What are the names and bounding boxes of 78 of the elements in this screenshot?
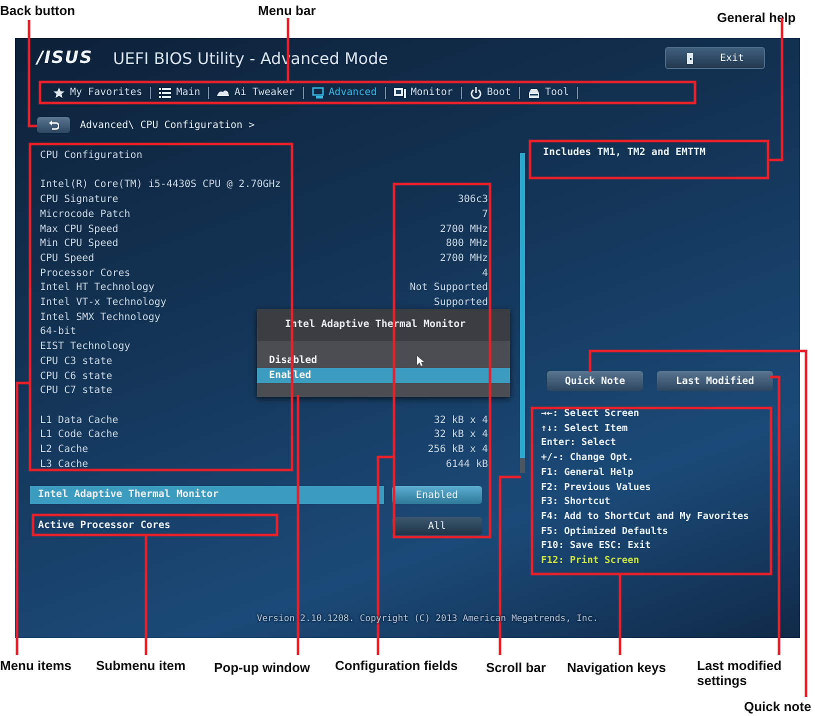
toolbox-icon bbox=[528, 86, 540, 98]
menu-tab[interactable]: Boot bbox=[462, 86, 519, 98]
info-label: EIST Technology bbox=[40, 340, 130, 354]
info-label: L1 Code Cache bbox=[40, 428, 118, 442]
callout-label: Menu bar bbox=[258, 3, 316, 18]
info-value: Not Supported bbox=[410, 281, 488, 296]
callout-label: Configuration fields bbox=[335, 658, 458, 673]
info-label: Intel VT-x Technology bbox=[40, 296, 166, 310]
info-label: CPU C3 state bbox=[40, 354, 112, 369]
navigation-key-hint: F10: Save ESC: Exit bbox=[541, 539, 651, 554]
navigation-key-hint: →←: Select Screen bbox=[541, 407, 640, 421]
info-value: 7 bbox=[482, 208, 488, 222]
back-arrow-icon bbox=[48, 120, 58, 130]
info-label: Microcode Patch bbox=[40, 208, 130, 222]
callout-label: Back button bbox=[0, 3, 76, 18]
info-label: CPU C6 state bbox=[40, 370, 112, 384]
side-button[interactable]: Last Modified bbox=[657, 371, 773, 391]
info-label: L1 Data Cache bbox=[40, 414, 118, 428]
section-title: CPU Configuration bbox=[39, 149, 144, 163]
callout-label: Last modified settings bbox=[697, 658, 783, 688]
info-value: 4 bbox=[482, 266, 488, 281]
setting-item[interactable]: Active Processor Cores bbox=[30, 517, 384, 536]
info-label: Min CPU Speed bbox=[40, 237, 118, 252]
info-value: 6144 kB bbox=[446, 458, 488, 472]
navigation-key-hint: F3: Shortcut bbox=[541, 495, 610, 510]
info-label: Intel(R) Core(TM) i5-4430S CPU @ 2.70GHz bbox=[40, 178, 281, 192]
callout-label: Submenu item bbox=[96, 658, 186, 673]
callout-label: Pop-up window bbox=[214, 660, 310, 675]
info-label: 64-bit bbox=[40, 325, 76, 340]
menu-tab[interactable]: Monitor bbox=[386, 86, 461, 98]
list-icon bbox=[159, 86, 172, 98]
navigation-key-hint: +/-: Change Opt. bbox=[541, 451, 634, 466]
door-icon bbox=[686, 52, 694, 64]
menu-tab[interactable]: Main bbox=[151, 86, 208, 98]
info-label: Intel HT Technology bbox=[40, 281, 154, 296]
info-label: CPU C7 state bbox=[40, 384, 112, 398]
navigation-key-hint: F5: Optimized Defaults bbox=[541, 524, 668, 539]
menu-tab[interactable]: Advanced bbox=[304, 86, 385, 98]
info-label: CPU Speed bbox=[40, 252, 94, 266]
power-icon bbox=[470, 86, 482, 98]
info-value: 32 kB x 4 bbox=[434, 428, 488, 442]
navigation-key-hint: F1: General Help bbox=[541, 466, 634, 480]
info-label: CPU Signature bbox=[40, 193, 118, 208]
option-dropdown[interactable]: All bbox=[392, 517, 482, 536]
navigation-key-hint: F4: Add to ShortCut and My Favorites bbox=[541, 510, 749, 524]
info-label: L2 Cache bbox=[40, 443, 88, 458]
callout-label: Menu items bbox=[0, 658, 72, 673]
callout-label: Navigation keys bbox=[567, 660, 666, 675]
navigation-key-hint: F12: Print Screen bbox=[541, 554, 640, 568]
navigation-key-hint: F2: Previous Values bbox=[541, 480, 651, 495]
info-value: 800 MHz bbox=[446, 237, 488, 252]
info-value: 2700 MHz bbox=[440, 252, 488, 266]
callout-label: Scroll bar bbox=[486, 660, 546, 675]
navigation-key-hint: Enter: Select bbox=[541, 436, 616, 450]
mouse-pointer-icon bbox=[417, 356, 424, 366]
callout-label: Quick note bbox=[744, 699, 812, 714]
menu-tab[interactable]: Ai Tweaker bbox=[209, 86, 303, 98]
breadcrumb-path: Advanced\ CPU Configuration > bbox=[80, 120, 255, 130]
side-button[interactable]: Quick Note bbox=[547, 371, 643, 391]
exit-button[interactable]: Exit bbox=[665, 47, 765, 69]
info-label: Max CPU Speed bbox=[40, 222, 118, 236]
navigation-key-hint: ↑↓: Select Item bbox=[541, 422, 628, 436]
general-help-text: Includes TM1, TM2 and EMTTM bbox=[543, 147, 706, 158]
brand-logo: /ISUS bbox=[37, 48, 94, 68]
info-label: Processor Cores bbox=[40, 266, 130, 281]
info-label: Intel SMX Technology bbox=[40, 310, 160, 325]
info-value: 256 kB x 4 bbox=[428, 443, 488, 458]
star-icon bbox=[53, 86, 65, 98]
menu-tab[interactable]: My Favorites bbox=[45, 86, 150, 98]
monitor-icon bbox=[394, 86, 406, 98]
menu-tab[interactable]: Tool bbox=[520, 86, 578, 98]
info-value: 2700 MHz bbox=[440, 222, 488, 236]
info-label: L3 Cache bbox=[40, 458, 88, 472]
info-value: 306c3 bbox=[458, 193, 488, 208]
callout-label: General help bbox=[717, 10, 796, 25]
info-value: 32 kB x 4 bbox=[434, 414, 488, 428]
info-value: Supported bbox=[434, 296, 488, 310]
back-button[interactable] bbox=[37, 117, 70, 133]
